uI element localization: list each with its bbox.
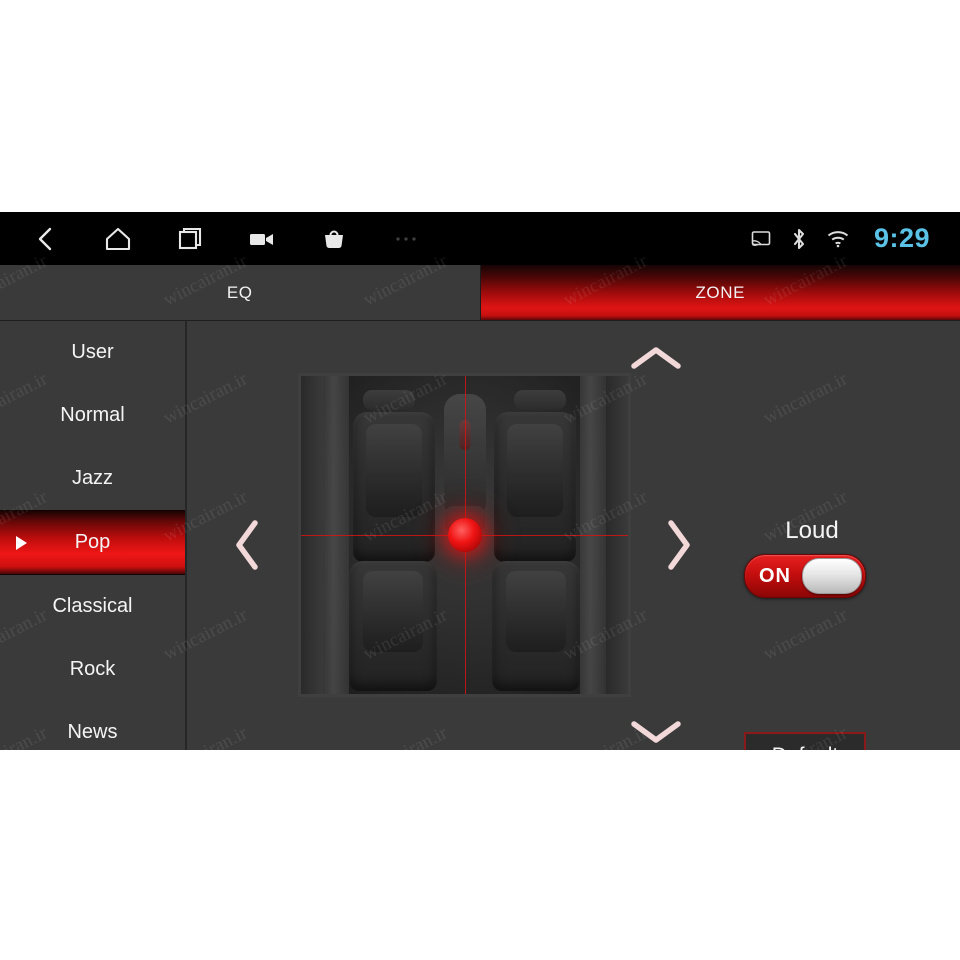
seat-rear-right xyxy=(492,561,580,691)
wifi-icon xyxy=(826,229,850,248)
seat-rear-left xyxy=(349,561,437,691)
bag-icon[interactable] xyxy=(316,221,352,257)
head-unit-screen: 9:29 EQ ZONE User Normal Jazz Pop Classi… xyxy=(0,212,960,750)
bluetooth-icon xyxy=(790,227,808,251)
preset-label: Pop xyxy=(74,531,111,553)
car-cabin-diagram[interactable] xyxy=(298,373,631,697)
status-clock: 9:29 xyxy=(873,223,930,253)
preset-item-user[interactable]: User xyxy=(0,321,185,384)
preset-item-jazz[interactable]: Jazz xyxy=(0,447,185,510)
recents-icon[interactable] xyxy=(172,221,208,257)
default-button-label: Default xyxy=(772,744,839,750)
headrest-front-right xyxy=(514,390,566,410)
seat-front-left xyxy=(353,412,435,562)
more-dots-icon[interactable] xyxy=(388,221,424,257)
preset-item-normal[interactable]: Normal xyxy=(0,384,185,447)
preset-label: Rock xyxy=(69,658,116,680)
headrest-front-left xyxy=(363,390,415,410)
preset-label: News xyxy=(67,721,118,743)
tab-eq[interactable]: EQ xyxy=(0,265,481,320)
chevron-down-icon[interactable] xyxy=(628,717,684,747)
chevron-left-icon[interactable] xyxy=(232,517,262,573)
loudness-label: Loud xyxy=(785,517,839,544)
preset-label: Normal xyxy=(60,404,125,426)
preset-label: User xyxy=(71,341,114,363)
video-camera-icon[interactable] xyxy=(244,221,280,257)
loudness-state-label: ON xyxy=(759,564,791,587)
status-bar: 9:29 xyxy=(0,212,960,265)
tab-zone-label: ZONE xyxy=(695,282,746,302)
navigation-icon-group xyxy=(28,212,424,265)
eq-preset-list: User Normal Jazz Pop Classical Rock News xyxy=(0,320,187,750)
cast-icon xyxy=(750,230,772,248)
tab-eq-label: EQ xyxy=(226,282,253,302)
default-button[interactable]: Default xyxy=(744,732,866,750)
toggle-knob[interactable] xyxy=(802,558,862,594)
car-cabin-image xyxy=(301,376,628,694)
preset-item-classical[interactable]: Classical xyxy=(0,575,185,638)
preset-item-pop[interactable]: Pop xyxy=(0,510,185,575)
content-area: User Normal Jazz Pop Classical Rock News… xyxy=(0,320,960,750)
home-icon[interactable] xyxy=(100,221,136,257)
screenshot-canvas: 9:29 EQ ZONE User Normal Jazz Pop Classi… xyxy=(0,0,960,960)
chevron-up-icon[interactable] xyxy=(628,343,684,373)
loudness-toggle[interactable]: ON xyxy=(744,554,866,598)
tab-bar: EQ ZONE xyxy=(0,265,960,320)
status-icon-group: 9:29 xyxy=(750,212,930,265)
chevron-right-icon[interactable] xyxy=(664,517,694,573)
tab-zone[interactable]: ZONE xyxy=(480,265,960,320)
preset-label: Classical xyxy=(52,595,133,617)
back-icon[interactable] xyxy=(28,221,64,257)
preset-label: Jazz xyxy=(71,467,114,489)
zone-focus-dot[interactable] xyxy=(447,518,482,552)
preset-item-news[interactable]: News xyxy=(0,701,185,750)
preset-item-rock[interactable]: Rock xyxy=(0,638,185,701)
selected-marker-icon xyxy=(16,535,27,550)
zone-control-area: Loud ON Default xyxy=(187,320,960,750)
seat-front-right xyxy=(494,412,576,562)
